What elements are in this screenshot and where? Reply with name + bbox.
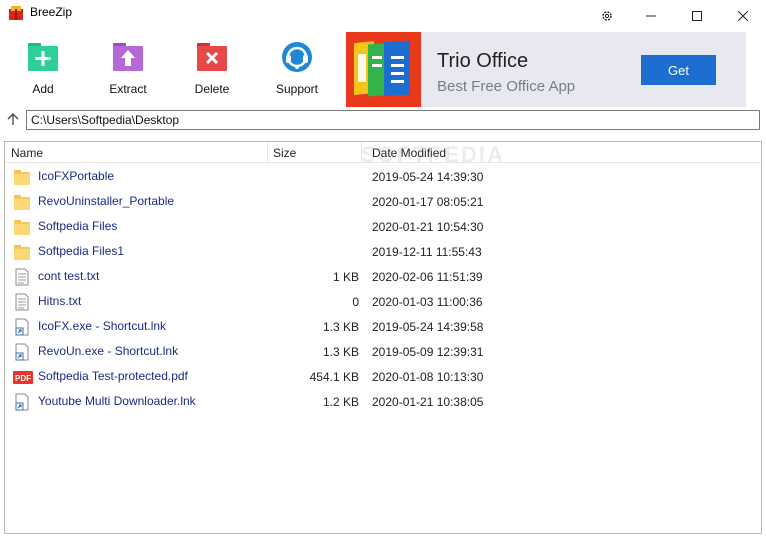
file-date-modified: 2019-05-09 12:39:31 xyxy=(372,345,484,359)
folder-icon xyxy=(13,243,31,261)
delete-label: Delete xyxy=(194,82,230,96)
file-name: Hitns.txt xyxy=(38,294,82,308)
file-name: Youtube Multi Downloader.lnk xyxy=(38,394,196,408)
file-size: 454.1 KB xyxy=(309,370,359,384)
file-name: IcoFX.exe - Shortcut.lnk xyxy=(38,319,167,333)
file-date-modified: 2019-05-24 14:39:30 xyxy=(372,170,484,184)
up-arrow-icon[interactable] xyxy=(6,112,20,126)
delete-folder-icon xyxy=(197,43,227,71)
file-row[interactable]: RevoUninstaller_Portable 2020-01-17 08:05… xyxy=(5,189,761,214)
extract-label: Extract xyxy=(109,82,147,96)
ad-subtitle: Best Free Office App xyxy=(437,78,576,95)
file-name: Softpedia Test-protected.pdf xyxy=(38,369,188,383)
close-icon xyxy=(738,11,748,21)
file-row[interactable]: Softpedia Files 2020-01-21 10:54:30 xyxy=(5,214,761,239)
breezip-logo-icon xyxy=(9,6,23,20)
file-name: IcoFXPortable xyxy=(38,169,115,183)
folder-icon xyxy=(13,168,31,186)
support-label: Support xyxy=(275,82,319,96)
file-row[interactable]: PDF Softpedia Test-protected.pdf 454.1 KB 2… xyxy=(5,364,761,389)
file-date-modified: 2020-01-21 10:38:05 xyxy=(372,395,484,409)
folder-icon xyxy=(13,193,31,211)
headset-support-icon xyxy=(282,42,312,72)
add-folder-icon xyxy=(28,43,58,71)
shortcut-icon xyxy=(13,393,31,411)
add-label: Add xyxy=(32,82,54,96)
path-bar xyxy=(0,109,766,131)
file-name: RevoUninstaller_Portable xyxy=(38,194,175,208)
file-name: cont test.txt xyxy=(38,269,100,283)
ad-get-button[interactable]: Get xyxy=(641,55,716,85)
trio-office-logo xyxy=(346,32,421,107)
file-row[interactable]: Hitns.txt 0 2020-01-03 11:00:36 xyxy=(5,289,761,314)
file-list: Name Size Date Modified SOFTPEDIA IcoFXP… xyxy=(4,141,762,534)
folder-icon xyxy=(13,218,31,236)
minimize-button[interactable] xyxy=(628,0,674,32)
ad-title: Trio Office xyxy=(437,50,529,72)
trio-office-ad-banner[interactable]: Trio Office Best Free Office App Get xyxy=(346,32,746,107)
maximize-icon xyxy=(692,11,702,21)
file-date-modified: 2020-01-17 08:05:21 xyxy=(372,195,484,209)
file-size: 1.3 KB xyxy=(322,345,359,359)
text-file-icon xyxy=(13,293,31,311)
shortcut-icon xyxy=(13,343,31,361)
file-row[interactable]: cont test.txt 1 KB 2020-02-06 11:51:39 xyxy=(5,264,761,289)
file-date-modified: 2019-05-24 14:39:58 xyxy=(372,320,484,334)
path-input[interactable] xyxy=(26,110,760,130)
add-button[interactable]: Add xyxy=(8,40,78,96)
file-row[interactable]: RevoUn.exe - Shortcut.lnk 1.3 KB 2019-05-0… xyxy=(5,339,761,364)
file-date-modified: 2020-01-21 10:54:30 xyxy=(372,220,484,234)
file-date-modified: 2020-01-08 10:13:30 xyxy=(372,370,484,384)
file-size: 1.2 KB xyxy=(322,395,359,409)
shortcut-icon xyxy=(13,318,31,336)
maximize-button[interactable] xyxy=(674,0,720,32)
delete-button[interactable]: Delete xyxy=(177,40,247,96)
column-header-size[interactable]: Size xyxy=(267,142,362,163)
trio-office-logo-icon xyxy=(354,40,410,97)
extract-button[interactable]: Extract xyxy=(93,40,163,96)
file-date-modified: 2020-01-03 11:00:36 xyxy=(372,295,483,309)
file-size: 1 KB xyxy=(332,270,359,284)
window-title: BreeZip xyxy=(30,5,73,19)
settings-icon xyxy=(602,11,612,21)
extract-folder-icon xyxy=(113,43,143,71)
file-row[interactable]: Softpedia Files1 2019-12-11 11:55:43 xyxy=(5,239,761,264)
file-name: Softpedia Files1 xyxy=(38,244,125,258)
file-row[interactable]: IcoFX.exe - Shortcut.lnk 1.3 KB 2019-05-24… xyxy=(5,314,761,339)
file-row[interactable]: Youtube Multi Downloader.lnk 1.2 KB 2020-0… xyxy=(5,389,761,414)
file-name: Softpedia Files xyxy=(38,219,118,233)
title-bar: BreeZip xyxy=(0,0,766,32)
support-button[interactable]: Support xyxy=(262,40,332,96)
file-date-modified: 2020-02-06 11:51:39 xyxy=(372,270,483,284)
pdf-icon: PDF xyxy=(13,368,33,386)
column-header-name[interactable]: Name xyxy=(5,142,268,163)
file-row[interactable]: IcoFXPortable 2019-05-24 14:39:30 xyxy=(5,164,761,189)
file-name: RevoUn.exe - Shortcut.lnk xyxy=(38,344,179,358)
minimize-icon xyxy=(646,15,656,17)
file-size: 0 xyxy=(352,295,359,309)
file-date-modified: 2019-12-11 11:55:43 xyxy=(372,245,482,259)
text-file-icon xyxy=(13,268,31,286)
settings-button[interactable] xyxy=(584,0,630,32)
close-button[interactable] xyxy=(720,0,766,32)
file-size: 1.3 KB xyxy=(322,320,359,334)
pdf-icon-label: PDF xyxy=(15,374,31,383)
